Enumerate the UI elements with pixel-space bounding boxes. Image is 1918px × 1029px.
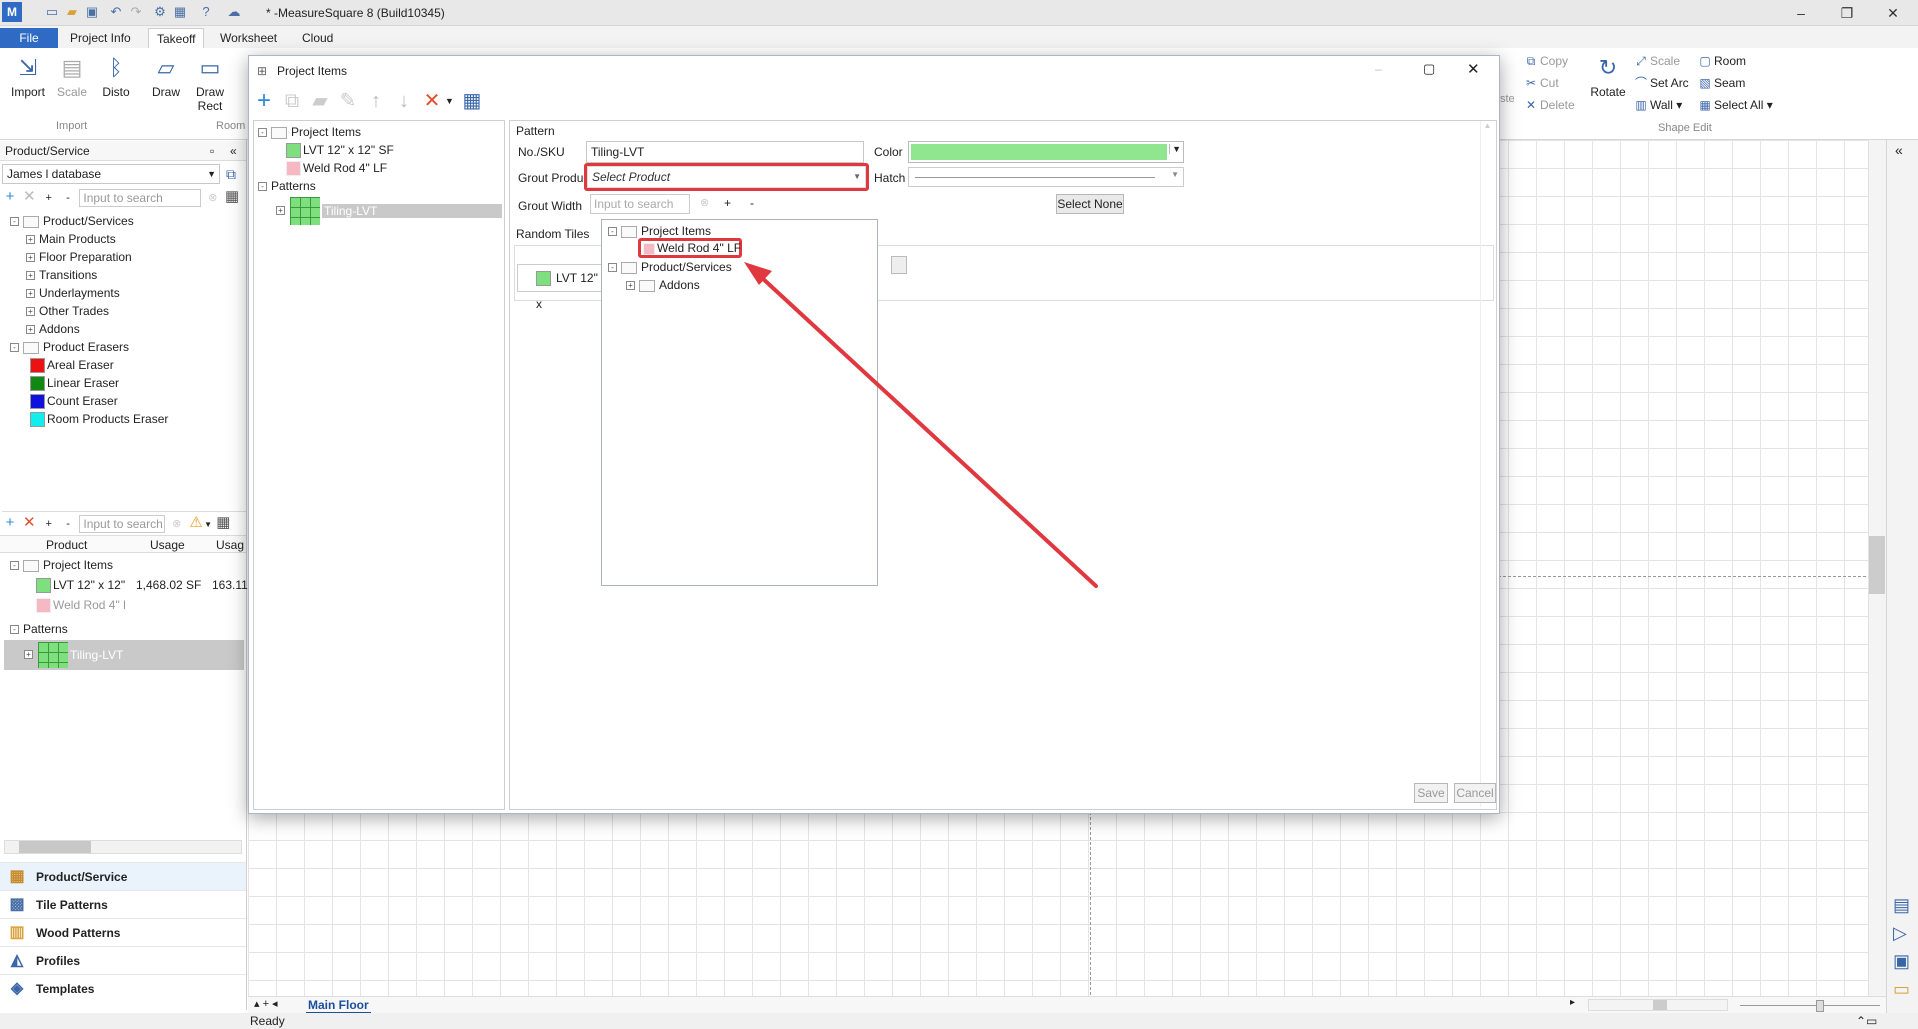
annotation-arrow (744, 262, 1098, 588)
